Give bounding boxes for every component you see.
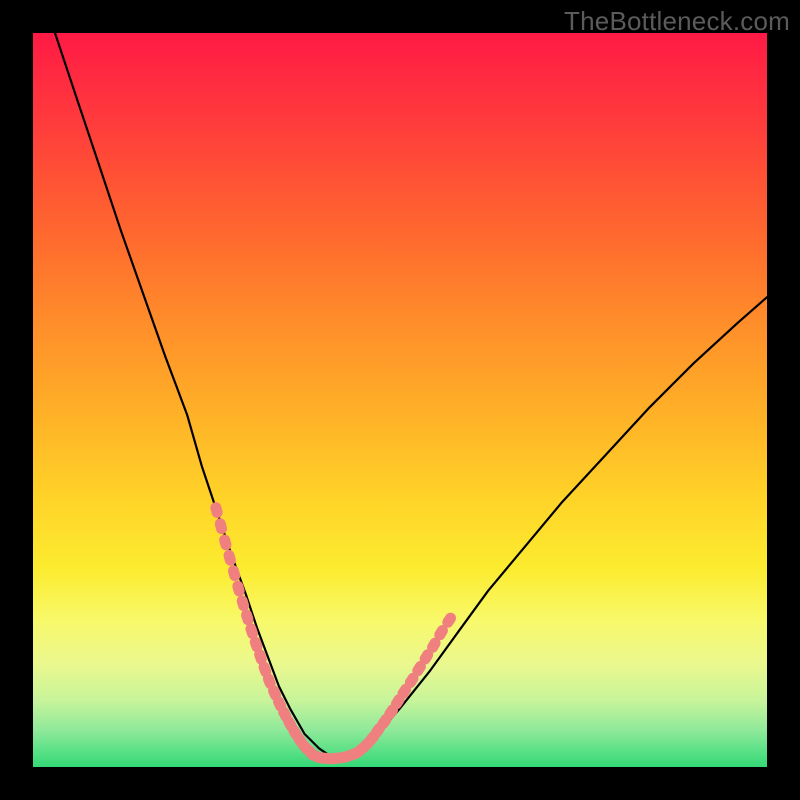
chart-overlay [33,33,767,767]
marker-cluster [209,501,458,765]
data-point-marker [231,579,246,597]
data-point-marker [209,501,224,519]
bottleneck-curve-path [55,33,767,758]
bottleneck-curve [55,33,767,758]
data-point-marker [213,517,228,535]
watermark-text: TheBottleneck.com [564,6,790,37]
outer-frame: TheBottleneck.com [0,0,800,800]
